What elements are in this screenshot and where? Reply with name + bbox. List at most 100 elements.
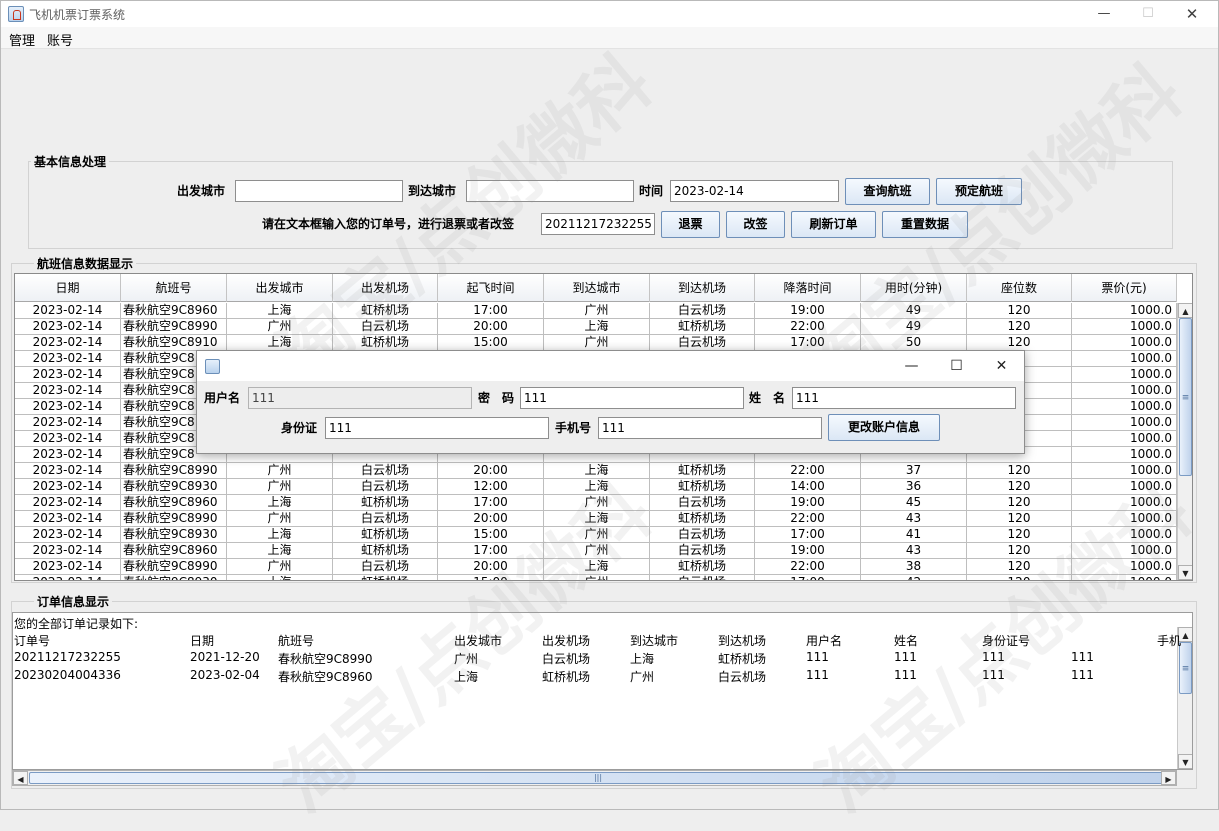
table-cell: 1000.0: [1072, 575, 1177, 580]
table-cell: 2023-02-14: [15, 463, 121, 479]
table-cell: 2023-02-14: [15, 367, 121, 383]
table-cell: 上海: [227, 575, 333, 580]
table-cell: 38: [861, 559, 967, 575]
flights-col-header[interactable]: 用时(分钟): [861, 274, 967, 302]
orders-hscroll-thumb[interactable]: |||: [29, 772, 1167, 784]
flights-vertical-scrollbar[interactable]: ▲ ≡ ▼: [1177, 303, 1192, 580]
minimize-button[interactable]: —: [1081, 1, 1127, 27]
orders-col-header: 出发城市: [454, 634, 503, 648]
table-cell: 1000.0: [1072, 383, 1177, 399]
table-row[interactable]: 2023-02-14 春秋航空9C8990 广州 白云机场 20:00 上海 虹桥机场 22:…: [15, 511, 1177, 527]
table-cell: 120: [967, 575, 1072, 580]
table-cell: 春秋航空9C8930: [121, 479, 227, 495]
refund-button[interactable]: 退票: [661, 211, 720, 238]
table-cell: 17:00: [438, 303, 544, 319]
table-row[interactable]: 2023-02-14春秋航空9C8930上海虹桥机场15:00广州白云机场17:…: [15, 575, 1177, 580]
order-cell: 111: [806, 650, 829, 664]
update-account-button[interactable]: 更改账户信息: [828, 414, 940, 441]
orders-col-header: 订单号: [14, 634, 51, 648]
table-cell: 白云机场: [650, 303, 755, 319]
orders-horizontal-scrollbar[interactable]: ◀ ||| ▶: [12, 770, 1177, 786]
name-field[interactable]: 111: [792, 387, 1016, 409]
menu-account[interactable]: 账号: [47, 30, 73, 49]
table-cell: 2023-02-14: [15, 351, 121, 367]
table-row[interactable]: 2023-02-14 春秋航空9C8910 上海 虹桥机场 15:00 广州 白云机场 17:…: [15, 335, 1177, 351]
dialog-close-button[interactable]: ✕: [979, 351, 1024, 381]
menu-manage[interactable]: 管理: [9, 30, 35, 49]
flights-col-header[interactable]: 到达城市: [544, 274, 650, 302]
table-cell: 上海: [227, 543, 333, 559]
table-cell: 1000.0: [1072, 511, 1177, 527]
table-cell: 1000.0: [1072, 399, 1177, 415]
table-cell: 虹桥机场: [333, 303, 438, 319]
query-flight-button[interactable]: 查询航班: [845, 178, 930, 205]
table-row[interactable]: 2023-02-14 春秋航空9C8960 上海 虹桥机场 17:00 广州 白云机场 19:…: [15, 495, 1177, 511]
table-cell: 白云机场: [650, 527, 755, 543]
change-button[interactable]: 改签: [726, 211, 785, 238]
table-cell: 2023-02-14: [15, 399, 121, 415]
basic-info-group: 基本信息处理: [28, 153, 1173, 249]
flights-col-header[interactable]: 座位数: [967, 274, 1072, 302]
orders-scroll-down-icon[interactable]: ▼: [1178, 754, 1192, 769]
table-row[interactable]: 2023-02-14 春秋航空9C8990 广州 白云机场 20:00 上海 虹桥机场 22:…: [15, 559, 1177, 575]
scroll-up-icon[interactable]: ▲: [1178, 303, 1192, 318]
table-cell: 43: [861, 511, 967, 527]
flights-col-header[interactable]: 起飞时间: [438, 274, 544, 302]
basic-info-title: 基本信息处理: [31, 153, 110, 170]
password-label: 密 码: [478, 391, 515, 405]
table-row[interactable]: 2023-02-14春秋航空9C8930上海虹桥机场15:00广州白云机场17:…: [15, 527, 1177, 543]
table-row[interactable]: 2023-02-14 春秋航空9C8960 上海 虹桥机场 17:00 广州 白云机场 19:…: [15, 543, 1177, 559]
flights-col-header[interactable]: 降落时间: [755, 274, 861, 302]
flights-col-header[interactable]: 航班号: [121, 274, 227, 302]
flights-scroll-thumb[interactable]: ≡: [1179, 318, 1192, 476]
flights-col-header[interactable]: 到达机场: [650, 274, 755, 302]
table-cell: 43: [861, 543, 967, 559]
from-city-input[interactable]: [235, 180, 403, 202]
to-city-input[interactable]: [466, 180, 634, 202]
scroll-right-icon[interactable]: ▶: [1161, 771, 1176, 785]
table-row[interactable]: 2023-02-14 春秋航空9C8990 广州 白云机场 20:00 上海 虹桥机场 22:…: [15, 319, 1177, 335]
table-cell: 广州: [544, 543, 650, 559]
order-number-input[interactable]: 20211217232255: [541, 213, 655, 235]
orders-scroll-thumb[interactable]: ≡: [1179, 642, 1192, 694]
table-cell: 1000.0: [1072, 431, 1177, 447]
dialog-minimize-button[interactable]: —: [889, 351, 934, 381]
table-cell: 2023-02-14: [15, 543, 121, 559]
dialog-maximize-button[interactable]: ☐: [934, 351, 979, 381]
time-label: 时间: [639, 184, 664, 198]
table-cell: 虹桥机场: [333, 335, 438, 351]
table-cell: 19:00: [755, 495, 861, 511]
reset-data-button[interactable]: 重置数据: [882, 211, 968, 238]
table-row[interactable]: 2023-02-14 春秋航空9C8960 上海 虹桥机场 17:00 广州 白云机场 19:…: [15, 303, 1177, 319]
password-field[interactable]: 111: [520, 387, 744, 409]
flights-col-header[interactable]: 日期: [15, 274, 121, 302]
table-cell: 17:00: [755, 335, 861, 351]
table-row[interactable]: 2023-02-14 春秋航空9C8990 广州 白云机场 20:00 上海 虹桥机场 22:…: [15, 463, 1177, 479]
orders-text-area[interactable]: 您的全部订单记录如下: ▲ ≡ ▼ 订单号 日期 航班号 出发城市 出发机场 到达城市 到达…: [12, 612, 1193, 770]
time-input[interactable]: 2023-02-14: [670, 180, 839, 202]
scroll-left-icon[interactable]: ◀: [13, 771, 28, 785]
window-title: 飞机机票订票系统: [29, 8, 126, 22]
flights-col-header[interactable]: 出发城市: [227, 274, 333, 302]
flights-col-header[interactable]: 出发机场: [333, 274, 438, 302]
flights-col-header[interactable]: 票价(元): [1072, 274, 1177, 302]
table-cell: 2023-02-14: [15, 335, 121, 351]
table-cell: 白云机场: [650, 495, 755, 511]
book-flight-button[interactable]: 预定航班: [936, 178, 1022, 205]
scroll-down-icon[interactable]: ▼: [1178, 565, 1192, 580]
table-row[interactable]: 2023-02-14 春秋航空9C8930 广州 白云机场 12:00 上海 虹桥机场 14:…: [15, 479, 1177, 495]
phone-field[interactable]: 111: [598, 417, 822, 439]
table-cell: 广州: [227, 463, 333, 479]
id-card-field[interactable]: 111: [325, 417, 549, 439]
maximize-button[interactable]: ☐: [1125, 1, 1171, 27]
order-cell: 111: [1071, 650, 1094, 664]
table-cell: 广州: [544, 303, 650, 319]
close-button[interactable]: ✕: [1169, 1, 1215, 27]
table-cell: 上海: [227, 303, 333, 319]
table-cell: 虹桥机场: [333, 543, 438, 559]
java-app-icon: [205, 359, 220, 374]
table-cell: 春秋航空9C8990: [121, 319, 227, 335]
refresh-orders-button[interactable]: 刷新订单: [791, 211, 876, 238]
table-cell: 上海: [227, 495, 333, 511]
table-cell: 白云机场: [333, 479, 438, 495]
